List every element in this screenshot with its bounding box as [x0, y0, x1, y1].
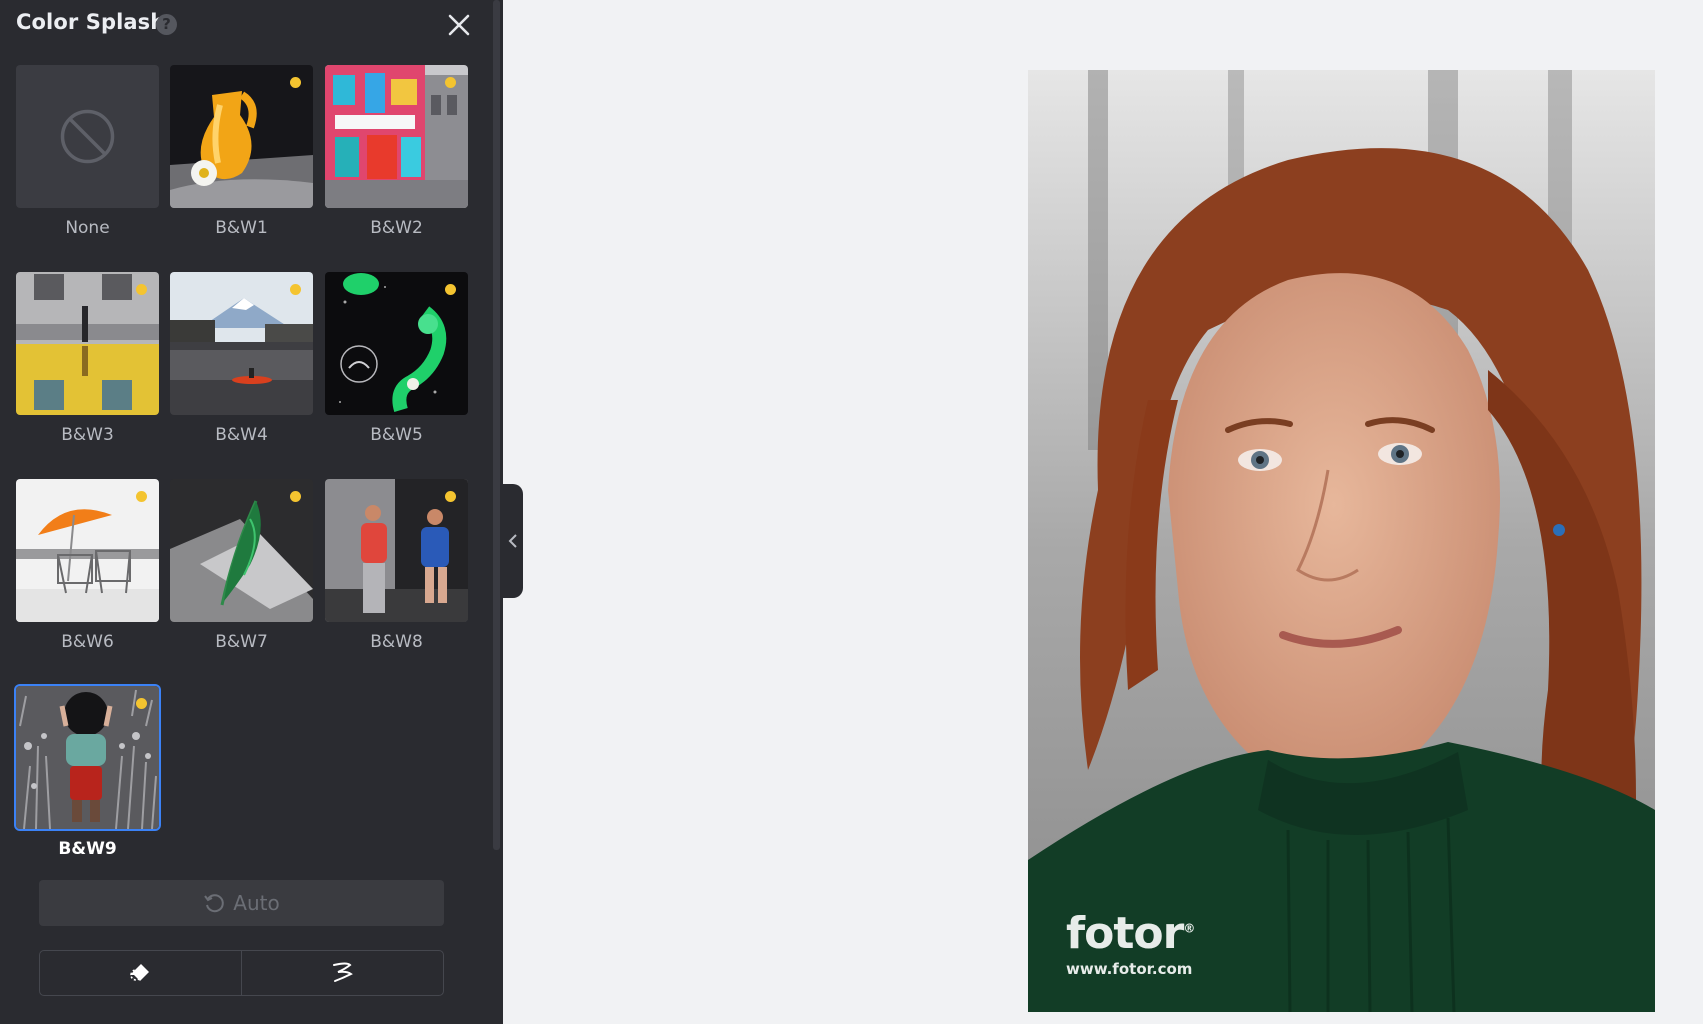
preset-bw1[interactable]	[170, 65, 313, 208]
preset-bw4[interactable]	[170, 272, 313, 415]
brush-button[interactable]	[241, 951, 443, 995]
preset-label: B&W5	[370, 425, 423, 445]
collapse-panel-button[interactable]	[502, 484, 523, 598]
preset-bw8[interactable]	[325, 479, 468, 622]
premium-badge	[136, 491, 147, 502]
watermark-url: www.fotor.com	[1066, 960, 1193, 978]
canvas-image[interactable]: fotor® www.fotor.com	[1028, 70, 1655, 1012]
preset-none[interactable]	[16, 65, 159, 208]
eraser-button[interactable]	[40, 951, 241, 995]
premium-badge	[445, 77, 456, 88]
preset-label: B&W6	[61, 632, 114, 652]
premium-badge	[445, 284, 456, 295]
preset-label: B&W9	[58, 839, 117, 859]
portrait-photo	[1028, 70, 1655, 1012]
auto-button-label: Auto	[233, 891, 280, 915]
preset-label: B&W7	[215, 632, 268, 652]
brush-tool-group	[39, 950, 444, 996]
preset-bw9[interactable]	[16, 686, 159, 829]
premium-badge	[136, 284, 147, 295]
preset-label: B&W3	[61, 425, 114, 445]
fotor-watermark: fotor® www.fotor.com	[1066, 908, 1195, 979]
auto-button[interactable]: Auto	[39, 880, 444, 926]
none-icon	[60, 109, 115, 164]
preset-grid: None B&W1 B&W2 B&W3 B&W4 B&W5 B&W6 B&W7 …	[0, 0, 480, 870]
preset-label: B&W4	[215, 425, 268, 445]
preset-label: None	[65, 218, 110, 238]
preset-bw3[interactable]	[16, 272, 159, 415]
preset-label: B&W8	[370, 632, 423, 652]
preset-label: B&W1	[215, 218, 268, 238]
premium-badge	[290, 284, 301, 295]
brush-icon	[332, 962, 353, 982]
preset-label: B&W2	[370, 218, 423, 238]
refresh-icon	[204, 894, 225, 913]
premium-badge	[136, 698, 147, 709]
preset-bw5[interactable]	[325, 272, 468, 415]
chevron-left-icon	[508, 534, 517, 548]
premium-badge	[290, 491, 301, 502]
eraser-icon	[129, 964, 149, 981]
preset-bw7[interactable]	[170, 479, 313, 622]
preset-bw6[interactable]	[16, 479, 159, 622]
panel-scrollbar[interactable]	[493, 0, 500, 850]
color-splash-panel: Color Splash ? None B&W1 B&W2 B&W3 B&W4 …	[0, 0, 503, 1024]
premium-badge	[445, 491, 456, 502]
premium-badge	[290, 77, 301, 88]
watermark-logo: fotor®	[1066, 908, 1195, 959]
preset-bw2[interactable]	[325, 65, 468, 208]
